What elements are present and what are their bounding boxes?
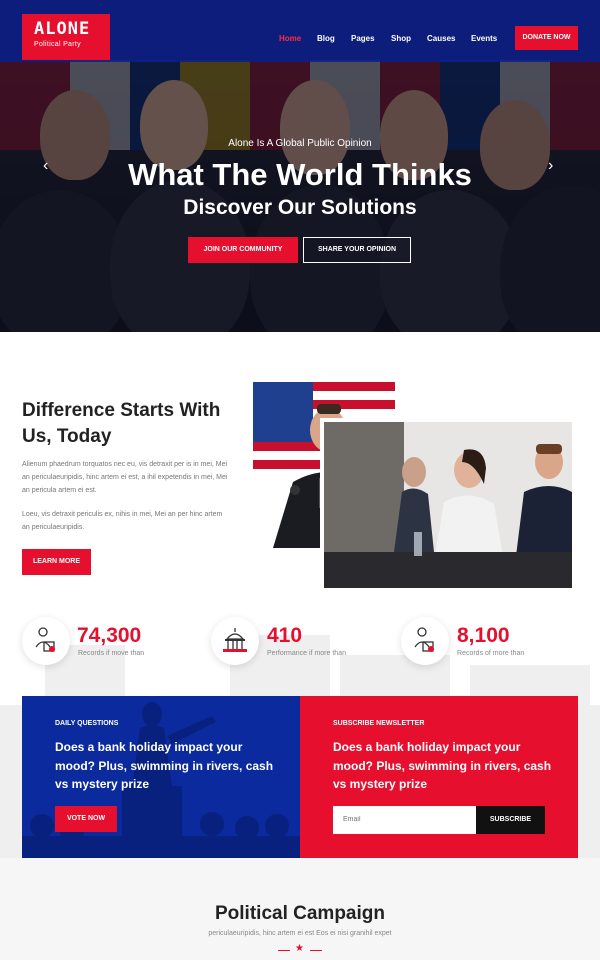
hero-tagline: Alone Is A Global Public Opinion [228,138,372,149]
hero-title: What The World Thinks [128,157,472,192]
stat-label: Records if move than [78,650,145,657]
newsletter-panel: SUBSCRIBE NEWSLETTER Does a bank holiday… [300,696,578,858]
press-conference-photo [320,418,572,588]
stat-value: 410 [267,624,303,647]
join-community-button[interactable]: JOIN OUR COMMUNITY [188,237,298,263]
about-paragraph: Loeu, vis detraxit periculis ex, nihis i… [22,511,223,531]
nav-item-events[interactable]: Events [471,34,497,43]
stat-label: Performance if more than [267,650,346,657]
nav-item-shop[interactable]: Shop [391,34,411,43]
hero-subtitle: Discover Our Solutions [183,196,417,219]
campaign-title: Political Campaign [215,903,385,924]
nav-item-causes[interactable]: Causes [427,34,455,43]
nav-item-blog[interactable]: Blog [317,34,335,43]
share-opinion-button[interactable]: SHARE YOUR OPINION [303,237,411,263]
nav-item-pages[interactable]: Pages [351,34,375,43]
subscribe-button[interactable]: SUBSCRIBE [476,806,545,834]
stat-value: 74,300 [77,624,142,647]
divider-line [278,950,290,951]
capitol-icon [211,617,259,665]
voter-icon [401,617,449,665]
stat-value: 8,100 [457,624,510,647]
newsletter-kicker: SUBSCRIBE NEWSLETTER [333,720,425,727]
about-paragraph: Alienum phaedrum torquatos nec eu, vis d… [22,461,228,494]
voter-icon [22,617,70,665]
divider-line [310,950,322,951]
daily-question-text: Does a bank holiday impact your mood? Pl… [55,740,274,791]
logo-subtitle: Political Party [34,41,81,48]
nav-item-home[interactable]: Home [279,34,301,43]
email-field[interactable] [333,806,476,834]
about-title: Difference Starts With Us, Today [22,400,221,447]
campaign-subtitle: periculaeuripidis, hinc artem ei est Eos… [208,930,392,937]
daily-questions-kicker: DAILY QUESTIONS [55,720,119,727]
learn-more-button[interactable]: LEARN MORE [22,549,91,575]
newsletter-question-text: Does a bank holiday impact your mood? Pl… [333,740,552,791]
vote-now-button[interactable]: VOTE NOW [55,806,117,832]
top-navbar: ALONE Political Party Home Blog Pages Sh… [0,0,600,62]
star-icon: ★ [295,943,304,954]
daily-questions-panel: DAILY QUESTIONS Does a bank holiday impa… [22,696,300,858]
stat-label: Records of more than [457,650,525,657]
donate-button[interactable]: DONATE NOW [515,26,578,50]
logo-title: ALONE [34,19,91,39]
site-logo[interactable]: ALONE Political Party [22,14,110,60]
